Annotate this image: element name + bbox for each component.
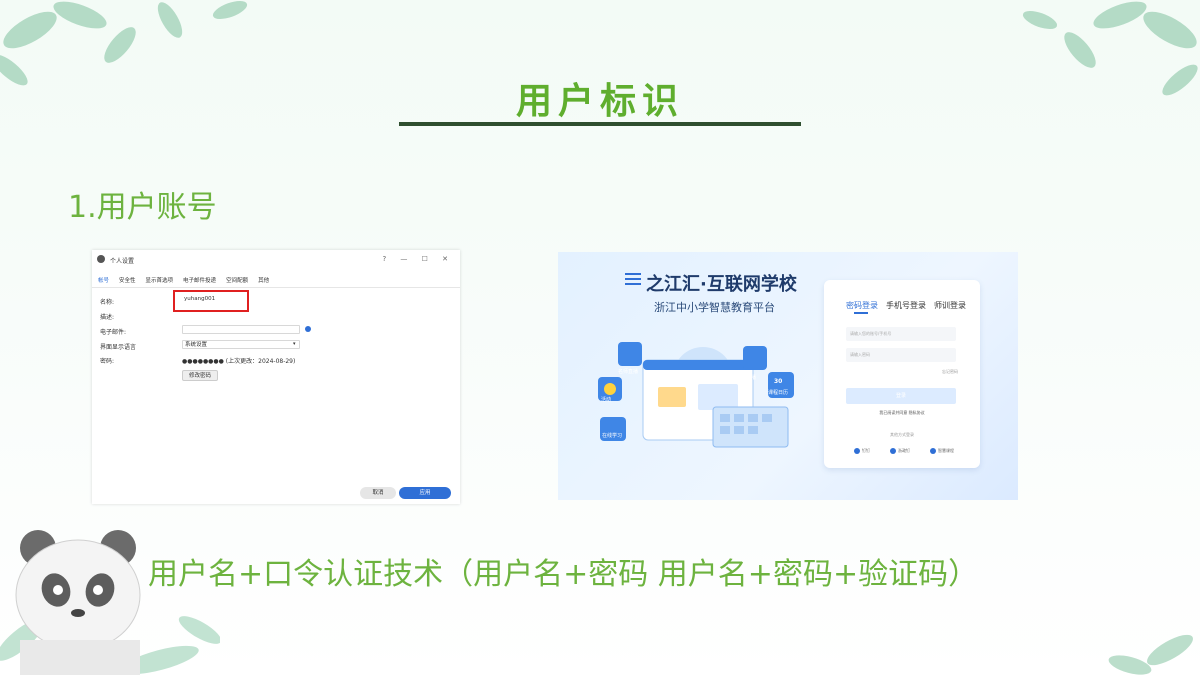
dialog-title: 个人设置 (110, 258, 135, 265)
tab-phone-login[interactable]: 手机号登录 (886, 300, 926, 311)
password-input[interactable]: 请输入密码 (846, 348, 956, 362)
change-password-button[interactable]: 修改密码 (182, 370, 218, 381)
app-logo-icon (97, 255, 105, 263)
section-heading: 1.用户账号 (68, 190, 217, 225)
label-activity: 活动 (601, 397, 612, 403)
label-calendar-day: 30 (774, 378, 783, 385)
smart-course-icon (930, 448, 936, 454)
smart-course-login[interactable]: 智慧课程 (930, 448, 954, 454)
window-controls[interactable]: ? — ☐ ✕ (382, 255, 454, 263)
label-live-teacher: 名师直播 (618, 369, 639, 375)
privacy-agreement-text[interactable]: 我已阅读并同意 隐私协议 (824, 410, 980, 416)
zhezhengding-icon (890, 448, 896, 454)
settings-dialog-screenshot: 个人设置 ? — ☐ ✕ 帐号 安全性 显示首选项 电子邮件投递 空间配额 其他… (92, 250, 460, 504)
apply-button[interactable]: 应用 (399, 487, 451, 499)
tab-teacher-login[interactable]: 师训登录 (934, 300, 966, 311)
email-label: 电子邮件: (100, 329, 127, 336)
leaves-decoration-bottom-right (1108, 634, 1193, 675)
label-live: 直播 (746, 375, 757, 381)
password-label: 密码: (100, 358, 115, 365)
tab-security[interactable]: 安全性 (119, 276, 136, 284)
tab-email-delivery[interactable]: 电子邮件投递 (183, 276, 216, 284)
dingtalk-icon (854, 448, 860, 454)
tab-divider (92, 287, 460, 288)
name-label: 名称: (100, 299, 115, 306)
email-field[interactable] (182, 325, 300, 334)
dingtalk-label: 钉钉 (862, 448, 870, 453)
dingtalk-login[interactable]: 钉钉 (854, 448, 870, 454)
login-page-screenshot: 之江汇·互联网学校 浙江中小学智慧教育平台 名师直播 直播 30 课程日历 活动… (558, 252, 1018, 500)
login-button[interactable]: 登录 (846, 388, 956, 404)
login-card: 密码登录 手机号登录 师训登录 请输入您的账号/手机号 请输入密码 忘记密码 登… (824, 280, 980, 468)
login-tabs: 密码登录 手机号登录 师训登录 (846, 300, 966, 311)
forgot-password-link[interactable]: 忘记密码 (942, 369, 958, 375)
panda-illustration (0, 530, 220, 675)
description-label: 描述: (100, 314, 115, 321)
dialog-tabs: 帐号 安全性 显示首选项 电子邮件投递 空间配额 其他 (98, 276, 269, 284)
zhezhengding-label: 浙政钉 (898, 448, 910, 453)
tab-password-login[interactable]: 密码登录 (846, 300, 878, 311)
title-underline (399, 122, 801, 126)
slide-title: 用户标识 (515, 81, 684, 122)
password-value: ●●●●●●●● (上次更改：2024-08-29) (182, 358, 296, 365)
chevron-down-icon: ▾ (293, 341, 296, 347)
other-login-options: 钉钉 浙政钉 智慧课程 (854, 448, 954, 454)
tab-display[interactable]: 显示首选项 (146, 276, 174, 284)
other-login-label: 其他方式登录 (890, 432, 914, 437)
active-tab-indicator (854, 312, 868, 314)
tab-account[interactable]: 帐号 (98, 276, 109, 284)
label-course-calendar: 课程日历 (768, 390, 789, 396)
zhezhengding-login[interactable]: 浙政钉 (890, 448, 910, 454)
language-select[interactable]: 系统设置 (182, 340, 300, 349)
auth-methods-caption: 用户名+口令认证技术（用户名+密码 用户名+密码+验证码） (148, 557, 979, 592)
tab-other[interactable]: 其他 (258, 276, 269, 284)
language-label: 界面显示语言 (100, 344, 137, 351)
brand-subtitle: 浙江中小学智慧教育平台 (654, 301, 775, 314)
tab-quota[interactable]: 空间配额 (226, 276, 248, 284)
info-icon[interactable] (305, 326, 311, 332)
brand-name: 之江汇·互联网学校 (646, 274, 797, 295)
cancel-button[interactable]: 取消 (360, 487, 396, 499)
smart-course-label: 智慧课程 (938, 448, 954, 453)
education-illustration (598, 342, 794, 448)
username-input[interactable]: 请输入您的账号/手机号 (846, 327, 956, 341)
highlight-box (173, 290, 249, 312)
label-online-learning: 在线学习 (602, 433, 623, 439)
brand-logo-icon (625, 273, 641, 285)
